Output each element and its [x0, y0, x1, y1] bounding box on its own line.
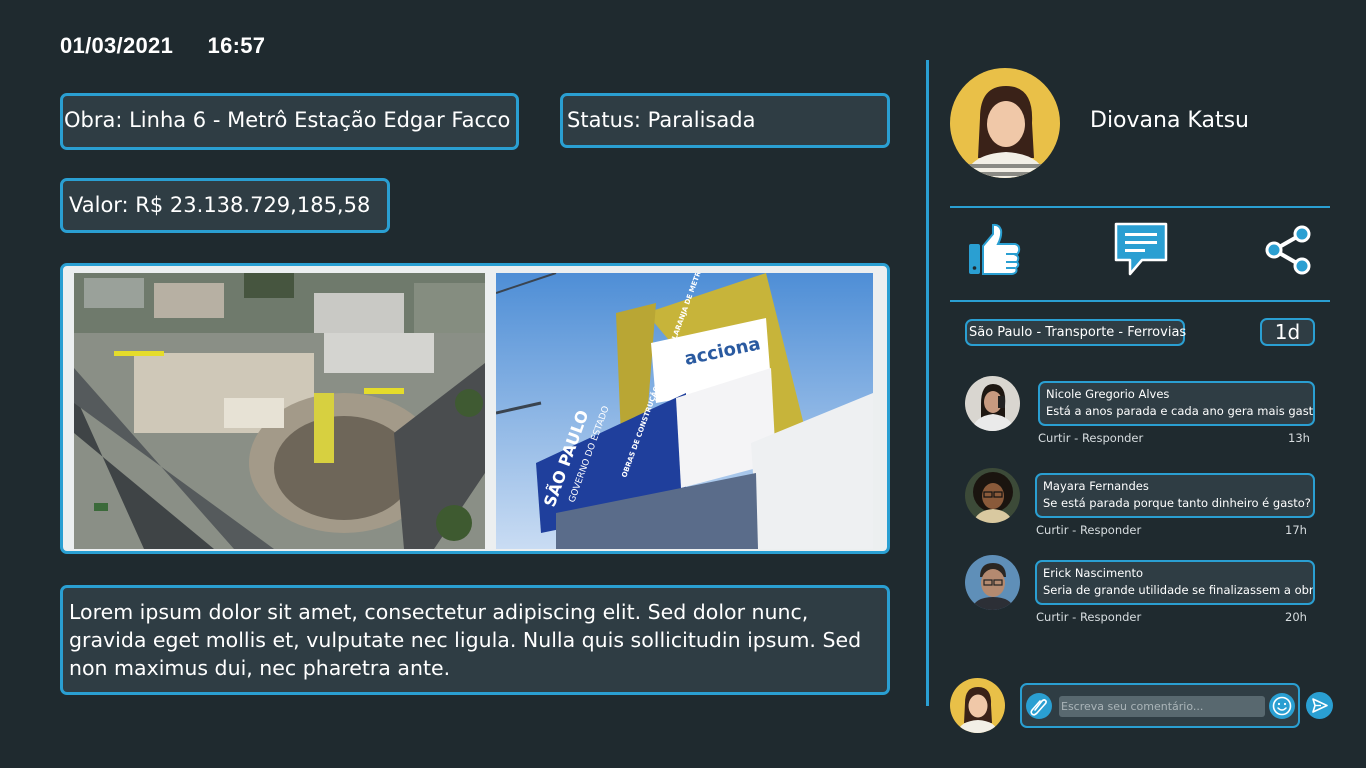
date-label: 01/03/2021 [60, 33, 174, 58]
commenter-avatar[interactable] [965, 555, 1020, 610]
project-name-box: Obra: Linha 6 - Metrô Estação Edgar Facc… [60, 93, 519, 150]
comment-bubble: Mayara Fernandes Se está parada porque t… [1035, 473, 1315, 518]
comment-actions[interactable]: Curtir - Responder [1036, 610, 1141, 624]
post-age-badge: 1d [1260, 318, 1315, 346]
comment-text: Seria de grande utilidade se finalizasse… [1043, 583, 1315, 597]
like-button[interactable] [966, 222, 1022, 278]
comment-actions[interactable]: Curtir - Responder [1036, 523, 1141, 537]
comment-time: 13h [1288, 431, 1310, 445]
construction-sign-photo[interactable]: acciona SÃO PAULO GOVERNO DO ESTADO OBRA… [496, 273, 873, 549]
comment-button[interactable] [1112, 220, 1170, 278]
profile-avatar[interactable] [950, 68, 1060, 178]
comment-time: 17h [1285, 523, 1307, 537]
send-icon [1312, 698, 1328, 713]
commenter-avatar[interactable] [965, 376, 1020, 431]
emoji-button[interactable] [1269, 693, 1295, 719]
attach-button[interactable] [1026, 693, 1052, 719]
comment-input[interactable] [1059, 696, 1265, 717]
project-description: Lorem ipsum dolor sit amet, consectetur … [60, 585, 890, 695]
panel-divider [926, 60, 929, 706]
current-user-avatar [950, 678, 1005, 733]
project-value-box: Valor: R$ 23.138.729,185,58 [60, 178, 390, 233]
comment-actions[interactable]: Curtir - Responder [1038, 431, 1143, 445]
comment-time: 20h [1285, 610, 1307, 624]
datetime: 01/03/2021 16:57 [60, 33, 265, 59]
share-icon [1265, 225, 1311, 275]
comment-icon [1114, 222, 1168, 276]
comment-bubble: Nicole Gregorio Alves Está a anos parada… [1038, 381, 1315, 426]
divider-top [950, 206, 1330, 208]
share-button[interactable] [1262, 224, 1314, 276]
construction-site-aerial-photo[interactable] [74, 273, 485, 549]
comment-author[interactable]: Nicole Gregorio Alves [1046, 387, 1169, 401]
thumbs-up-icon [969, 223, 1021, 275]
paperclip-icon [1030, 699, 1047, 716]
comment-text: Está a anos parada e cada ano gera mais … [1046, 404, 1315, 418]
project-status-box: Status: Paralisada [560, 93, 890, 148]
comment-composer [1020, 683, 1300, 728]
category-tag[interactable]: São Paulo - Transporte - Ferrovias [965, 319, 1186, 346]
divider-bottom [950, 300, 1330, 302]
commenter-avatar[interactable] [965, 468, 1020, 523]
comment-bubble: Erick Nascimento Seria de grande utilida… [1035, 560, 1315, 605]
smiley-icon [1272, 696, 1292, 716]
profile-name[interactable]: Diovana Katsu [1090, 108, 1249, 133]
send-button[interactable] [1306, 692, 1333, 719]
photo-gallery: acciona SÃO PAULO GOVERNO DO ESTADO OBRA… [60, 263, 890, 554]
comment-text: Se está parada porque tanto dinheiro é g… [1043, 496, 1311, 510]
time-label: 16:57 [207, 33, 266, 58]
comment-author[interactable]: Mayara Fernandes [1043, 479, 1149, 493]
comment-author[interactable]: Erick Nascimento [1043, 566, 1143, 580]
